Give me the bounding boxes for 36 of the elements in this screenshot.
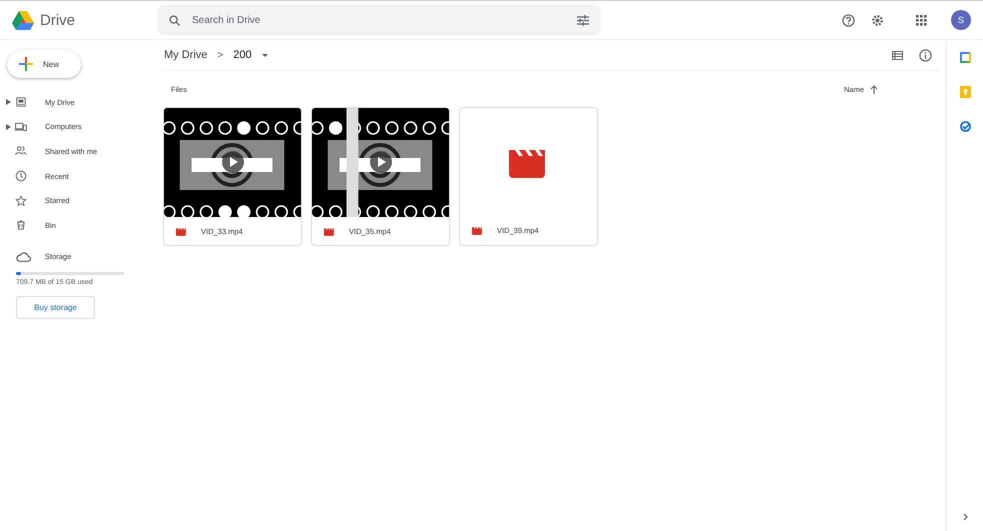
info-icon[interactable]: [919, 48, 932, 62]
video-file-icon: [324, 226, 335, 236]
tasks-icon[interactable]: [960, 121, 970, 132]
filter-options-icon[interactable]: [577, 14, 589, 26]
sort-arrow-icon[interactable]: [870, 84, 878, 94]
drive-icon: [15, 96, 27, 108]
bin-icon: [15, 219, 27, 232]
search-icon: [169, 14, 180, 26]
expand-caret-icon[interactable]: [6, 124, 11, 130]
video-file-icon: [472, 226, 483, 235]
breadcrumb-separator: >: [217, 50, 224, 60]
cloud-icon: [16, 252, 31, 262]
play-icon: [370, 151, 392, 173]
plus-icon: [19, 57, 33, 71]
video-file-icon: [176, 226, 187, 236]
app-name: Drive: [40, 12, 76, 28]
help-icon[interactable]: [842, 14, 855, 26]
buy-storage-button[interactable]: Buy storage: [16, 296, 95, 319]
dropdown-caret-icon[interactable]: [262, 54, 268, 56]
computer-icon: [15, 120, 27, 133]
play-icon: [222, 151, 244, 173]
apps-grid-icon[interactable]: [916, 14, 927, 26]
drive-logo-icon: [12, 10, 34, 30]
expand-caret-icon[interactable]: [6, 99, 11, 106]
search-field[interactable]: Search in Drive: [157, 5, 601, 35]
breadcrumb-link[interactable]: My Drive: [164, 49, 208, 61]
expand-panel-icon[interactable]: [962, 513, 968, 521]
current-folder[interactable]: 200: [233, 49, 252, 61]
account-avatar[interactable]: S: [951, 10, 971, 30]
list-view-icon[interactable]: [892, 50, 903, 60]
star-icon: [15, 194, 27, 207]
people-icon: [15, 145, 27, 158]
clock-icon: [15, 170, 27, 182]
settings-icon[interactable]: [871, 14, 884, 26]
calendar-icon[interactable]: [960, 52, 970, 63]
new-button[interactable]: New: [7, 50, 81, 78]
